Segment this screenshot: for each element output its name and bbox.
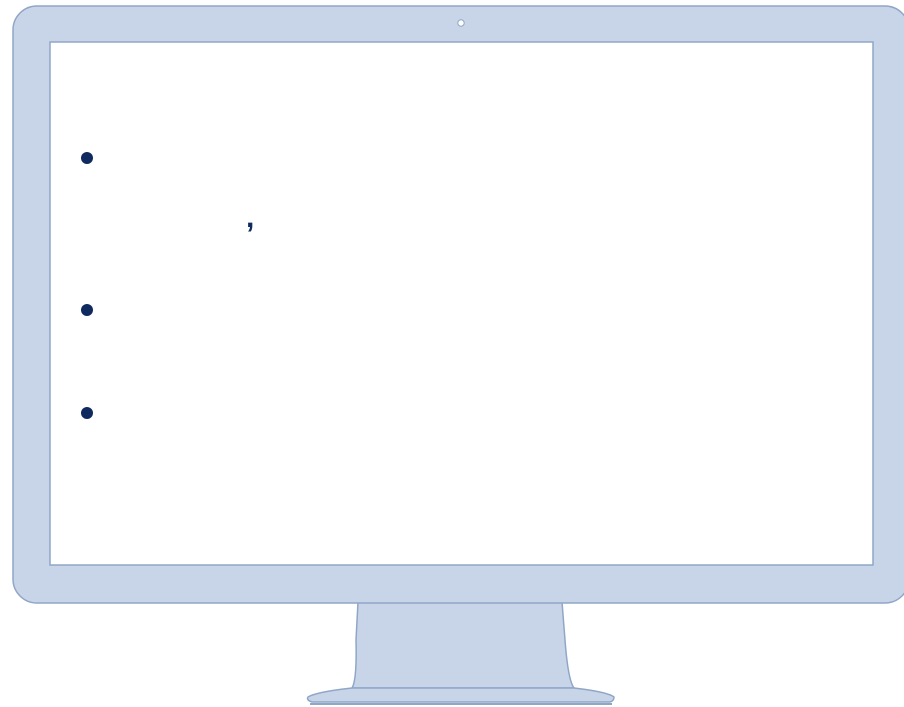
webcam-icon: [457, 19, 465, 27]
bullet-item: [81, 152, 861, 164]
monitor-stand-base: [306, 687, 615, 703]
monitor-stand-neck: [350, 601, 576, 689]
bullet-dot-icon: [81, 152, 93, 164]
bullet-dot-icon: [81, 304, 93, 316]
bullet-item: [81, 407, 861, 419]
bullet-item: [81, 304, 861, 316]
punctuation-mark: ,: [246, 201, 255, 234]
monitor-display: ,: [0, 0, 904, 707]
bullet-dot-icon: [81, 407, 93, 419]
screen-content: ,: [51, 43, 872, 564]
